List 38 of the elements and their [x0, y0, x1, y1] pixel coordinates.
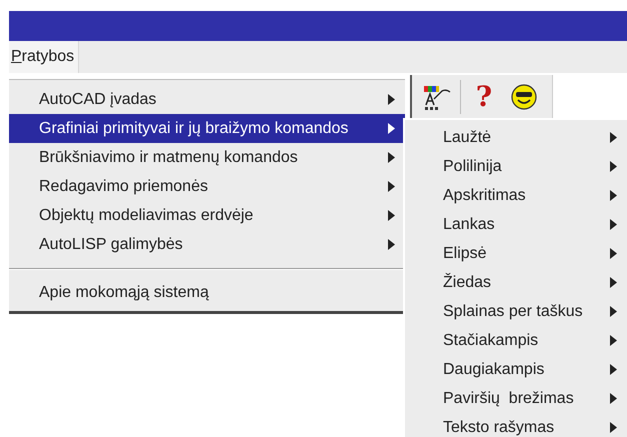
menu-item[interactable]: Brūkšniavimo ir matmenų komandos: [9, 143, 405, 172]
submenu-arrow-icon: [610, 277, 617, 288]
menu-title[interactable]: Pratybos: [9, 41, 80, 73]
menu-item[interactable]: Apskritimas: [405, 181, 627, 210]
submenu-arrow-icon: [610, 364, 617, 375]
menu-item[interactable]: Objektų modeliavimas erdvėje: [9, 201, 405, 230]
submenu-arrow-icon: [610, 190, 617, 201]
submenu-arrow-icon: [388, 210, 395, 221]
submenu-arrow-icon: [610, 248, 617, 259]
help-button[interactable]: ?: [467, 80, 501, 114]
smiley-icon: [511, 84, 537, 110]
menu-item[interactable]: Laužtė: [405, 123, 627, 152]
menu-item[interactable]: Daugiakampis: [405, 355, 627, 384]
menu-item[interactable]: Paviršių brežimas: [405, 384, 627, 413]
submenu-arrow-icon: [610, 306, 617, 317]
menu-item[interactable]: Redagavimo priemonės: [9, 172, 405, 201]
submenu-arrow-icon: [610, 335, 617, 346]
menu-item[interactable]: Teksto rašymas: [405, 413, 627, 437]
menu-item[interactable]: Lankas: [405, 210, 627, 239]
menu-item[interactable]: Žiedas: [405, 268, 627, 297]
menu-item[interactable]: Stačiakampis: [405, 326, 627, 355]
submenu-arrow-icon: [610, 219, 617, 230]
submenu-arrow-icon: [388, 152, 395, 163]
submenu-arrow-icon: [610, 161, 617, 172]
submenu-arrow-icon: [610, 422, 617, 433]
menu-item[interactable]: Splainas per taškus: [405, 297, 627, 326]
submenu-arrow-icon: [610, 132, 617, 143]
menu-item[interactable]: Grafiniai primityvai ir jų braižymo komandos: [9, 114, 405, 143]
menu-item[interactable]: AutoCAD įvadas: [9, 85, 405, 114]
submenu-arrow-icon: [388, 123, 395, 134]
submenu-arrow-icon: [388, 181, 395, 192]
menu-item[interactable]: AutoLISP galimybės: [9, 230, 405, 259]
menu-item[interactable]: Apie mokomąją sistemą: [9, 278, 405, 307]
menu-item[interactable]: Polilinija: [405, 152, 627, 181]
menu-item[interactable]: Elipsė: [405, 239, 627, 268]
submenu-arrow-icon: [610, 393, 617, 404]
submenu-arrow-icon: [388, 94, 395, 105]
submenu-arrow-icon: [388, 239, 395, 250]
